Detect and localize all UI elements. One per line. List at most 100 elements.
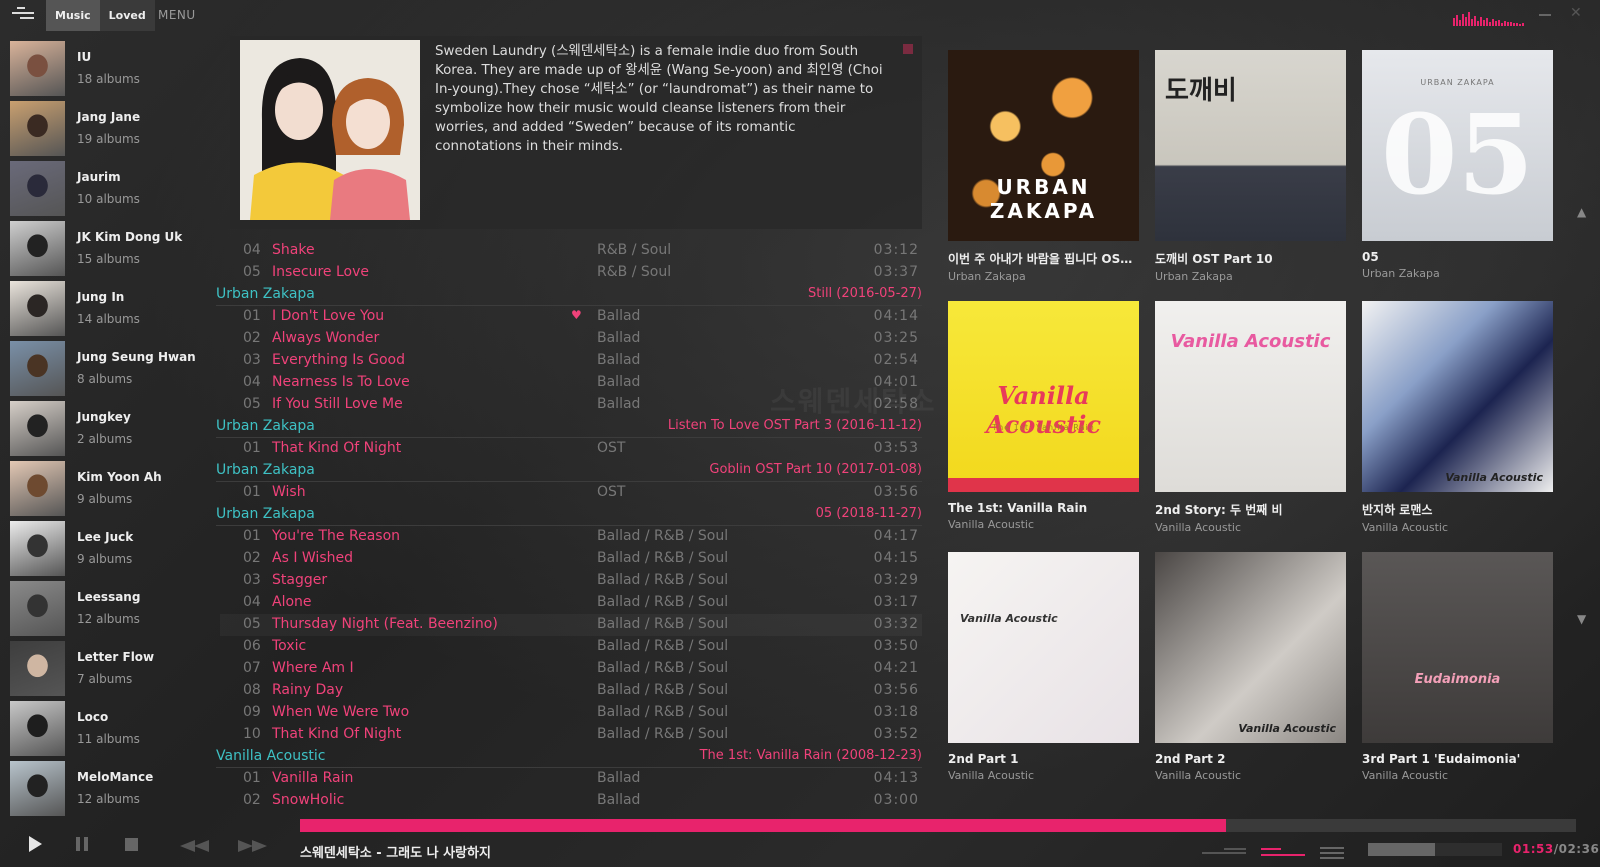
stop-icon[interactable] (125, 838, 139, 852)
album-card[interactable]: Vanilla Acoustic 2nd Story: 두 번째 비 Vanilla… (1155, 301, 1346, 534)
artist-item[interactable]: Letter Flow 7 albums (10, 640, 210, 700)
track-row[interactable]: 04 Shake R&B / Soul 03:12 (220, 240, 922, 262)
visualizer-bar (1465, 17, 1467, 26)
artist-item[interactable]: MeloMance 12 albums (10, 760, 210, 820)
track-row[interactable]: 02 Always Wonder Ballad 03:25 (220, 328, 922, 350)
artist-thumbnail (10, 41, 65, 96)
track-row[interactable]: 07 Where Am I Ballad / R&B / Soul 04:21 (220, 658, 922, 680)
track-row[interactable]: 04 Nearness Is To Love Ballad 04:01 (220, 372, 922, 394)
artist-item[interactable]: Jang Jane 19 albums (10, 100, 210, 160)
album-title: 2nd Part 1 (948, 752, 1019, 766)
artist-item[interactable]: Kim Yoon Ah 9 albums (10, 460, 210, 520)
track-genre: Ballad (597, 308, 641, 324)
previous-icon[interactable] (180, 840, 210, 852)
track-row[interactable]: 01 That Kind Of Night OST 03:53 (220, 438, 922, 460)
scroll-up-icon[interactable]: ▲ (1577, 205, 1586, 219)
album-cover[interactable]: Vanilla Acoustic (1362, 301, 1553, 492)
group-artist[interactable]: Vanilla Acoustic (216, 748, 325, 764)
playlist-icon[interactable] (1320, 846, 1344, 859)
visualizer-bar (1504, 21, 1506, 26)
album-title: The 1st: Vanilla Rain (948, 501, 1088, 515)
scroll-down-icon[interactable]: ▼ (1577, 612, 1586, 626)
group-album[interactable]: Listen To Love OST Part 3 (2016-11-12) (668, 418, 922, 433)
group-artist[interactable]: Urban Zakapa (216, 462, 315, 478)
card-close-icon[interactable] (903, 44, 913, 54)
album-card[interactable]: Vanilla Acoustic 2nd Part 1 Vanilla Acoust… (948, 552, 1139, 782)
album-card[interactable]: Vanilla Acoustic 반지하 로맨스 Vanilla Acoustic (1362, 301, 1553, 534)
play-icon[interactable] (27, 835, 43, 853)
artist-item[interactable]: JK Kim Dong Uk 15 albums (10, 220, 210, 280)
artist-name: Jungkey (77, 410, 131, 424)
artist-item[interactable]: Jungkey 2 albums (10, 400, 210, 460)
group-artist[interactable]: Urban Zakapa (216, 506, 315, 522)
track-row[interactable]: 03 Everything Is Good Ballad 02:54 (220, 350, 922, 372)
track-row[interactable]: 04 Alone Ballad / R&B / Soul 03:17 (220, 592, 922, 614)
group-album[interactable]: The 1st: Vanilla Rain (2008-12-23) (700, 748, 922, 763)
album-cover[interactable]: Vanilla Acoustic (1155, 301, 1346, 492)
track-genre: Ballad / R&B / Soul (597, 550, 729, 566)
menu-toggle-icon[interactable] (12, 7, 34, 23)
track-row[interactable]: 05 If You Still Love Me Ballad 02:58 (220, 394, 922, 416)
track-row[interactable]: 06 Toxic Ballad / R&B / Soul 03:50 (220, 636, 922, 658)
album-card[interactable]: Vanilla Acoustic The 1st: Vanilla Rain The… (948, 301, 1139, 531)
visualizer-bar (1468, 12, 1470, 26)
artist-item[interactable]: Loco 11 albums (10, 700, 210, 760)
artist-item[interactable]: Leessang 12 albums (10, 580, 210, 640)
track-genre: Ballad / R&B / Soul (597, 528, 729, 544)
track-row[interactable]: 03 Stagger Ballad / R&B / Soul 03:29 (220, 570, 922, 592)
album-card[interactable]: 도깨비 도깨비 OST Part 10 Urban Zakapa (1155, 50, 1346, 283)
album-cover[interactable]: 05 URBAN ZAKAPA (1362, 50, 1553, 241)
album-group-header[interactable]: Urban Zakapa Still (2016-05-27) (216, 284, 922, 306)
album-card[interactable]: URBAN ZAKAPA 이번 주 아내가 바람을 핍니다 OST P... Urb… (948, 50, 1139, 283)
group-artist[interactable]: Urban Zakapa (216, 418, 315, 434)
track-row[interactable]: 05 Thursday Night (Feat. Beenzino) Ballad … (220, 614, 922, 636)
shuffle-mode-icon[interactable] (1261, 846, 1305, 858)
track-genre: Ballad (597, 792, 641, 808)
track-row[interactable]: 01 Vanilla Rain Ballad 04:13 (220, 768, 922, 790)
track-row[interactable]: 10 That Kind Of Night Ballad / R&B / Soul 0… (220, 724, 922, 746)
pause-icon[interactable] (75, 836, 89, 852)
tab-loved[interactable]: Loved (99, 0, 155, 31)
menu-button[interactable]: MENU (158, 8, 196, 22)
tab-music[interactable]: Music (46, 0, 100, 31)
loved-heart-icon[interactable]: ♥ (571, 308, 582, 322)
artist-item[interactable]: Lee Juck 9 albums (10, 520, 210, 580)
artist-item[interactable]: Jung Seung Hwan 8 albums (10, 340, 210, 400)
album-group-header[interactable]: Urban Zakapa Listen To Love OST Part 3 (2… (216, 416, 922, 438)
track-row[interactable]: 01 Wish OST 03:56 (220, 482, 922, 504)
track-row[interactable]: 02 SnowHolic Ballad 03:00 (220, 790, 922, 812)
track-row[interactable]: 05 Insecure Love R&B / Soul 03:37 (220, 262, 922, 284)
visualizer-bar (1471, 19, 1473, 26)
artist-item[interactable]: Jung In 14 albums (10, 280, 210, 340)
track-row[interactable]: 08 Rainy Day Ballad / R&B / Soul 03:56 (220, 680, 922, 702)
album-card[interactable]: 05 URBAN ZAKAPA 05 Urban Zakapa (1362, 50, 1553, 280)
track-row[interactable]: 01 You're The Reason Ballad / R&B / Soul 04… (220, 526, 922, 548)
track-number: 07 (243, 660, 261, 676)
album-group-header[interactable]: Urban Zakapa Goblin OST Part 10 (2017-01-… (216, 460, 922, 482)
track-row[interactable]: 09 When We Were Two Ballad / R&B / Soul 03:… (220, 702, 922, 724)
next-icon[interactable] (238, 840, 268, 852)
album-cover[interactable]: Vanilla Acoustic (1155, 552, 1346, 743)
album-card[interactable]: Eudaimonia 3rd Part 1 'Eudaimonia' Vanilla… (1362, 552, 1553, 782)
group-artist[interactable]: Urban Zakapa (216, 286, 315, 302)
close-button[interactable]: ✕ (1570, 5, 1582, 21)
artist-item[interactable]: IU 18 albums (10, 40, 210, 100)
album-cover[interactable]: Vanilla Acoustic (948, 552, 1139, 743)
album-card[interactable]: Vanilla Acoustic 2nd Part 2 Vanilla Acoust… (1155, 552, 1346, 782)
album-cover[interactable]: URBAN ZAKAPA (948, 50, 1139, 241)
group-album[interactable]: 05 (2018-11-27) (816, 506, 922, 521)
album-group-header[interactable]: Vanilla Acoustic The 1st: Vanilla Rain (2… (216, 746, 922, 768)
minimize-button[interactable] (1539, 14, 1551, 16)
album-group-header[interactable]: Urban Zakapa 05 (2018-11-27) (216, 504, 922, 526)
artist-item[interactable]: Jaurim 10 albums (10, 160, 210, 220)
track-row[interactable]: 02 As I Wished Ballad / R&B / Soul 04:15 (220, 548, 922, 570)
group-album[interactable]: Still (2016-05-27) (808, 286, 922, 301)
album-cover[interactable]: Vanilla Acoustic The 1st: Vanilla Rain (948, 301, 1139, 492)
album-cover[interactable]: 도깨비 (1155, 50, 1346, 241)
track-row[interactable]: 01 I Don't Love You ♥ Ballad 04:14 (220, 306, 922, 328)
group-album[interactable]: Goblin OST Part 10 (2017-01-08) (709, 462, 922, 477)
album-cover[interactable]: Eudaimonia (1362, 552, 1553, 743)
volume-slider[interactable] (1368, 843, 1502, 856)
repeat-mode-icon[interactable] (1202, 846, 1246, 858)
progress-bar[interactable] (300, 819, 1576, 832)
